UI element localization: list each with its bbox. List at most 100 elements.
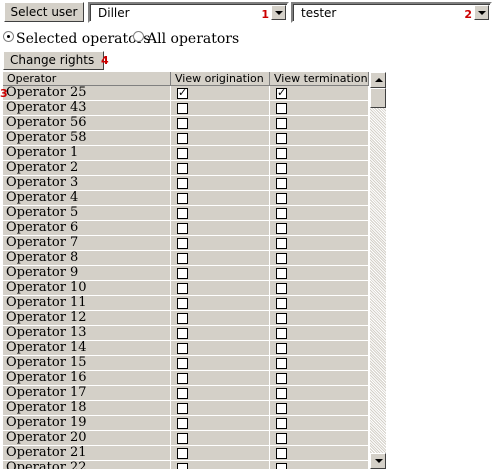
view-termination-checkbox[interactable] [276, 448, 287, 459]
view-termination-checkbox[interactable] [276, 403, 287, 414]
view-origination-checkbox[interactable] [177, 133, 188, 144]
user-combo-2[interactable]: tester 2 [291, 2, 492, 23]
chevron-down-icon[interactable] [271, 5, 286, 20]
view-termination-checkbox[interactable] [276, 463, 287, 469]
table-row: Operator 10 [3, 281, 369, 296]
view-termination-checkbox[interactable] [276, 86, 287, 99]
view-origination-cell [171, 356, 270, 371]
view-termination-checkbox[interactable] [276, 358, 287, 369]
view-origination-checkbox[interactable] [177, 193, 188, 204]
view-origination-checkbox[interactable] [177, 358, 188, 369]
view-origination-cell [171, 401, 270, 416]
scroll-up-icon[interactable] [370, 72, 386, 88]
view-origination-checkbox[interactable] [177, 418, 188, 429]
operator-name: Operator 3 [3, 176, 171, 191]
change-rights-button[interactable]: Change rights [3, 51, 104, 70]
view-origination-checkbox[interactable] [177, 86, 188, 99]
view-origination-checkbox[interactable] [177, 268, 188, 279]
view-termination-checkbox[interactable] [276, 313, 287, 324]
view-termination-checkbox[interactable] [276, 238, 287, 249]
view-termination-checkbox[interactable] [276, 118, 287, 129]
table-row: Operator 22 [3, 461, 369, 469]
view-termination-checkbox[interactable] [276, 163, 287, 174]
header-view-termination[interactable]: View termination [270, 72, 369, 86]
view-termination-checkbox[interactable] [276, 418, 287, 429]
view-origination-checkbox[interactable] [177, 448, 188, 459]
scroll-thumb[interactable] [370, 88, 386, 108]
view-termination-cell [270, 266, 369, 281]
view-origination-checkbox[interactable] [177, 223, 188, 234]
view-termination-checkbox[interactable] [276, 328, 287, 339]
view-origination-checkbox[interactable] [177, 118, 188, 129]
view-termination-cell [270, 101, 369, 116]
view-termination-checkbox[interactable] [276, 148, 287, 159]
view-origination-checkbox[interactable] [177, 328, 188, 339]
view-termination-checkbox[interactable] [276, 193, 287, 204]
header-operator[interactable]: Operator [3, 72, 171, 86]
user-combo-1[interactable]: Diller 1 [88, 2, 289, 23]
view-origination-cell [171, 131, 270, 146]
view-origination-cell [171, 236, 270, 251]
header-view-origination[interactable]: View origination [171, 72, 270, 86]
view-origination-checkbox[interactable] [177, 178, 188, 189]
operator-name: Operator 9 [3, 266, 171, 281]
view-origination-cell [171, 461, 270, 469]
view-origination-checkbox[interactable] [177, 343, 188, 354]
table-row: Operator 9 [3, 266, 369, 281]
chevron-down-icon[interactable] [474, 5, 489, 20]
view-termination-checkbox[interactable] [276, 283, 287, 294]
view-termination-checkbox[interactable] [276, 223, 287, 234]
radio-selected-operators[interactable] [3, 31, 14, 42]
select-user-button[interactable]: Select user [4, 2, 84, 22]
view-termination-checkbox[interactable] [276, 388, 287, 399]
view-origination-checkbox[interactable] [177, 238, 188, 249]
radio-selected-operators-label: Selected operators [16, 31, 151, 47]
view-termination-cell [270, 116, 369, 131]
view-termination-checkbox[interactable] [276, 253, 287, 264]
marker-2: 2 [464, 8, 472, 21]
view-termination-checkbox[interactable] [276, 133, 287, 144]
view-termination-checkbox[interactable] [276, 103, 287, 114]
view-origination-cell [171, 266, 270, 281]
view-termination-checkbox[interactable] [276, 298, 287, 309]
view-origination-cell [171, 251, 270, 266]
operator-name: Operator 21 [3, 446, 171, 461]
operator-name: Operator 11 [3, 296, 171, 311]
view-origination-checkbox[interactable] [177, 433, 188, 444]
view-origination-checkbox[interactable] [177, 253, 188, 264]
view-origination-checkbox[interactable] [177, 283, 188, 294]
view-origination-checkbox[interactable] [177, 313, 188, 324]
table-row: Operator 56 [3, 116, 369, 131]
view-origination-checkbox[interactable] [177, 208, 188, 219]
view-termination-checkbox[interactable] [276, 433, 287, 444]
table-scrollbar[interactable] [370, 72, 386, 469]
radio-all-operators[interactable] [133, 31, 144, 42]
table-row: Operator 11 [3, 296, 369, 311]
view-origination-checkbox[interactable] [177, 388, 188, 399]
table-row: Operator 6 [3, 221, 369, 236]
user-combo-1-value: Diller [98, 6, 130, 20]
view-origination-checkbox[interactable] [177, 403, 188, 414]
view-termination-cell [270, 236, 369, 251]
table-row: Operator 1 [3, 146, 369, 161]
operator-name: Operator 12 [3, 311, 171, 326]
table-row: Operator 4 [3, 191, 369, 206]
view-origination-checkbox[interactable] [177, 298, 188, 309]
view-termination-checkbox[interactable] [276, 373, 287, 384]
scroll-down-icon[interactable] [370, 453, 386, 469]
view-origination-cell [171, 86, 270, 101]
view-origination-checkbox[interactable] [177, 463, 188, 469]
view-termination-cell [270, 446, 369, 461]
view-termination-checkbox[interactable] [276, 343, 287, 354]
view-origination-checkbox[interactable] [177, 103, 188, 114]
operator-name: Operator 18 [3, 401, 171, 416]
operator-name: Operator 4 [3, 191, 171, 206]
view-origination-checkbox[interactable] [177, 163, 188, 174]
view-origination-checkbox[interactable] [177, 373, 188, 384]
view-termination-checkbox[interactable] [276, 208, 287, 219]
table-row: Operator 7 [3, 236, 369, 251]
view-termination-checkbox[interactable] [276, 268, 287, 279]
view-origination-checkbox[interactable] [177, 148, 188, 159]
table-row: Operator 17 [3, 386, 369, 401]
view-termination-checkbox[interactable] [276, 178, 287, 189]
